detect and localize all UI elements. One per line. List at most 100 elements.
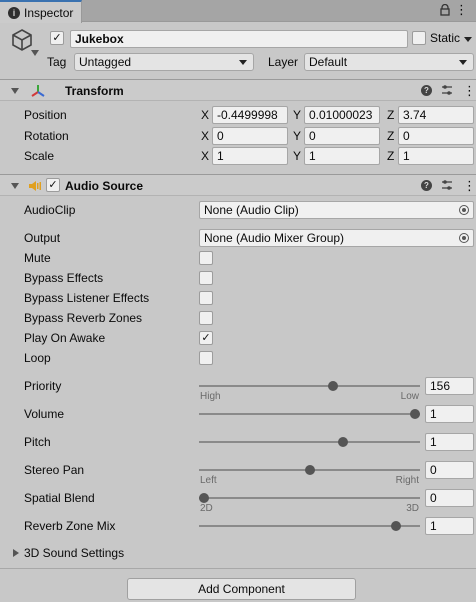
scale-z-field[interactable]: 1 bbox=[398, 147, 474, 165]
static-checkbox[interactable] bbox=[412, 31, 426, 45]
play-on-awake-checkbox[interactable]: ✓ bbox=[199, 331, 213, 345]
mute-label: Mute bbox=[24, 251, 51, 265]
rotation-y-field[interactable]: 0 bbox=[304, 127, 380, 145]
loop-label: Loop bbox=[24, 351, 51, 365]
chevron-down-icon bbox=[239, 60, 247, 65]
pitch-slider-track[interactable] bbox=[199, 441, 420, 443]
divider bbox=[0, 568, 476, 569]
scale-y-field[interactable]: 1 bbox=[304, 147, 380, 165]
tag-value: Untagged bbox=[79, 55, 132, 69]
pitch-label: Pitch bbox=[24, 435, 51, 449]
output-field[interactable]: None (Audio Mixer Group) bbox=[199, 229, 474, 247]
layer-dropdown[interactable]: Default bbox=[304, 53, 474, 71]
audio-source-title: Audio Source bbox=[65, 179, 144, 193]
help-icon[interactable]: ? bbox=[421, 85, 432, 96]
presets-sliders-icon[interactable] bbox=[441, 179, 453, 191]
spatial-blend-value-field[interactable]: 0 bbox=[425, 489, 474, 507]
tab-menu-icon[interactable]: ⋮ bbox=[455, 3, 468, 16]
bypass-effects-checkbox[interactable] bbox=[199, 271, 213, 285]
x-axis-label: X bbox=[201, 129, 210, 143]
z-axis-label: Z bbox=[387, 108, 395, 122]
pitch-value-field[interactable]: 1 bbox=[425, 433, 474, 451]
bypass-effects-label: Bypass Effects bbox=[24, 271, 104, 285]
component-menu-icon[interactable]: ⋮ bbox=[463, 178, 476, 194]
mute-checkbox[interactable] bbox=[199, 251, 213, 265]
volume-label: Volume bbox=[24, 407, 65, 421]
gameobject-cube-icon[interactable] bbox=[10, 28, 34, 52]
fold-right-icon bbox=[13, 549, 19, 557]
spatial-blend-slider-thumb[interactable] bbox=[199, 493, 209, 503]
loop-checkbox[interactable] bbox=[199, 351, 213, 365]
reverb-zone-mix-value-field[interactable]: 1 bbox=[425, 517, 474, 535]
presets-sliders-icon[interactable] bbox=[441, 84, 453, 96]
rotation-z-field[interactable]: 0 bbox=[398, 127, 474, 145]
object-picker-icon[interactable] bbox=[459, 205, 469, 215]
bypass-reverb-zones-label: Bypass Reverb Zones bbox=[24, 311, 143, 325]
rotation-label: Rotation bbox=[24, 129, 69, 143]
stereo-pan-min-label: Left bbox=[200, 475, 217, 486]
icon-dropdown-caret-icon[interactable] bbox=[31, 50, 39, 56]
spatial-blend-label: Spatial Blend bbox=[24, 491, 95, 505]
tab-inspector[interactable]: i Inspector bbox=[0, 0, 82, 23]
play-on-awake-label: Play On Awake bbox=[24, 331, 106, 345]
volume-value-field[interactable]: 1 bbox=[425, 405, 474, 423]
bypass-reverb-zones-checkbox[interactable] bbox=[199, 311, 213, 325]
component-menu-icon[interactable]: ⋮ bbox=[463, 83, 476, 99]
3d-sound-settings-foldout[interactable]: 3D Sound Settings bbox=[12, 546, 212, 562]
audio-clip-label: AudioClip bbox=[24, 203, 76, 217]
position-x-field[interactable]: -0.4499998 bbox=[212, 106, 288, 124]
object-name-field[interactable]: Jukebox bbox=[70, 30, 408, 48]
add-component-button[interactable]: Add Component bbox=[127, 578, 356, 600]
priority-value-field[interactable]: 156 bbox=[425, 377, 474, 395]
priority-slider-track[interactable] bbox=[199, 385, 420, 387]
stereo-pan-label: Stereo Pan bbox=[24, 463, 85, 477]
help-icon[interactable]: ? bbox=[421, 180, 432, 191]
priority-label: Priority bbox=[24, 379, 62, 393]
scale-x-field[interactable]: 1 bbox=[212, 147, 288, 165]
reverb-zone-mix-slider-track[interactable] bbox=[199, 525, 420, 527]
scale-label: Scale bbox=[24, 149, 55, 163]
lock-icon[interactable] bbox=[440, 4, 450, 16]
y-axis-label: Y bbox=[293, 149, 302, 163]
output-label: Output bbox=[24, 231, 61, 245]
tab-inspector-label: Inspector bbox=[24, 5, 74, 20]
output-value: None (Audio Mixer Group) bbox=[204, 231, 345, 245]
y-axis-label: Y bbox=[293, 108, 302, 122]
spatial-blend-slider-track[interactable] bbox=[199, 497, 420, 499]
priority-slider-thumb[interactable] bbox=[327, 381, 338, 391]
static-dropdown-caret-icon[interactable] bbox=[464, 37, 472, 42]
chevron-down-icon bbox=[459, 60, 467, 65]
y-axis-label: Y bbox=[293, 129, 302, 143]
audio-clip-field[interactable]: None (Audio Clip) bbox=[199, 201, 474, 219]
position-y-field[interactable]: 0.01000023 bbox=[304, 106, 380, 124]
reverb-zone-mix-slider-thumb[interactable] bbox=[391, 521, 401, 531]
transform-axes-icon bbox=[31, 85, 45, 97]
object-active-checkbox[interactable]: ✓ bbox=[50, 31, 64, 45]
info-icon: i bbox=[8, 6, 20, 19]
fold-down-icon[interactable] bbox=[11, 183, 19, 189]
bypass-listener-effects-label: Bypass Listener Effects bbox=[24, 291, 150, 305]
pitch-slider-thumb[interactable] bbox=[338, 437, 349, 447]
stereo-pan-slider-thumb[interactable] bbox=[304, 465, 315, 475]
reverb-zone-mix-label: Reverb Zone Mix bbox=[24, 519, 116, 533]
fold-down-icon[interactable] bbox=[11, 88, 19, 94]
z-axis-label: Z bbox=[387, 149, 395, 163]
layer-value: Default bbox=[309, 55, 348, 69]
position-label: Position bbox=[24, 108, 67, 122]
volume-slider-track[interactable] bbox=[199, 413, 420, 415]
x-axis-label: X bbox=[201, 149, 210, 163]
stereo-pan-value-field[interactable]: 0 bbox=[425, 461, 474, 479]
volume-slider-thumb[interactable] bbox=[410, 409, 420, 419]
bypass-listener-effects-checkbox[interactable] bbox=[199, 291, 213, 305]
static-label: Static bbox=[430, 31, 461, 45]
tag-dropdown[interactable]: Untagged bbox=[74, 53, 254, 71]
transform-header[interactable]: Transform ? ⋮ bbox=[0, 79, 476, 101]
position-z-field[interactable]: 3.74 bbox=[398, 106, 474, 124]
audio-source-enabled-checkbox[interactable]: ✓ bbox=[46, 178, 60, 192]
rotation-x-field[interactable]: 0 bbox=[212, 127, 288, 145]
3d-sound-settings-label: 3D Sound Settings bbox=[24, 546, 125, 560]
object-picker-icon[interactable] bbox=[459, 233, 469, 243]
audio-clip-value: None (Audio Clip) bbox=[204, 203, 299, 217]
stereo-pan-max-label: Right bbox=[395, 475, 419, 486]
audio-source-header[interactable]: ✓ Audio Source ? ⋮ bbox=[0, 174, 476, 196]
